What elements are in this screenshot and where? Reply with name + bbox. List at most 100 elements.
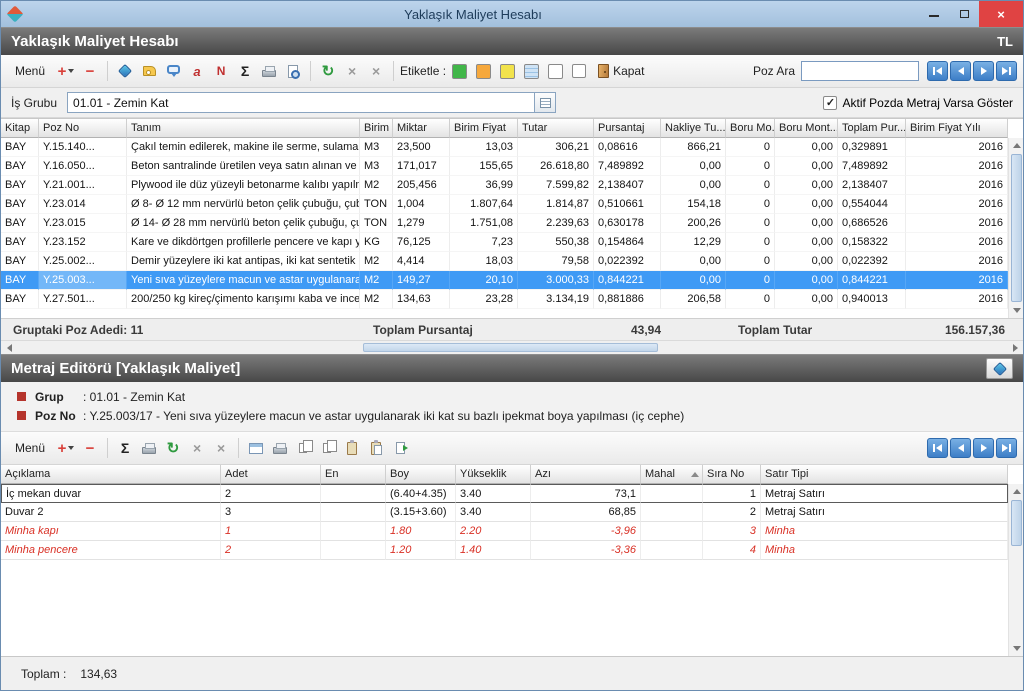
table-row[interactable]: BAYY.23.152Kare ve dikdörtgen profillerl… [1, 233, 1008, 252]
cell[interactable]: 23,28 [450, 290, 518, 309]
table-row[interactable]: BAYY.27.501...200/250 kg kireç/çimento k… [1, 290, 1008, 309]
cell[interactable]: 0,940013 [838, 290, 906, 309]
copy-button[interactable] [293, 437, 315, 459]
column-header[interactable]: Boru Mo... [726, 119, 775, 138]
cell[interactable]: 0 [726, 138, 775, 157]
cell[interactable]: 13,03 [450, 138, 518, 157]
cell[interactable]: 0,00 [775, 271, 838, 290]
cell[interactable]: 0,510661 [594, 195, 661, 214]
cell[interactable]: 0,844221 [594, 271, 661, 290]
cell[interactable]: 0,844221 [838, 271, 906, 290]
cell[interactable]: 200,26 [661, 214, 726, 233]
label-orange-button[interactable] [472, 60, 494, 82]
nav-last-button[interactable] [996, 438, 1017, 458]
cell[interactable]: -3,96 [531, 522, 641, 541]
cell[interactable]: 1.814,87 [518, 195, 594, 214]
cell[interactable]: M3 [360, 157, 393, 176]
is-grubu-picker-button[interactable] [535, 92, 556, 113]
cell[interactable]: 7.599,82 [518, 176, 594, 195]
nav-next-button[interactable] [973, 438, 994, 458]
cell[interactable]: 0,686526 [838, 214, 906, 233]
cell[interactable]: 18,03 [450, 252, 518, 271]
column-header[interactable]: Tutar [518, 119, 594, 138]
table-row[interactable]: BAYY.15.140...Çakıl temin edilerek, maki… [1, 138, 1008, 157]
clipboard-button[interactable] [341, 437, 363, 459]
form-button[interactable] [245, 437, 267, 459]
cell[interactable]: 1,004 [393, 195, 450, 214]
tag-button[interactable] [138, 60, 160, 82]
cell[interactable]: 23,500 [393, 138, 450, 157]
cancel-button-2[interactable]: × [210, 437, 232, 459]
cell[interactable]: 0,00 [661, 252, 726, 271]
column-header[interactable]: Tanım [127, 119, 360, 138]
cell[interactable]: 205,456 [393, 176, 450, 195]
cell[interactable]: 306,21 [518, 138, 594, 157]
cell[interactable]: Ø 14- Ø 28 mm nervürlü beton çelik çubuğ… [127, 214, 360, 233]
cell[interactable]: Metraj Satırı [761, 503, 1008, 522]
scroll-down-button[interactable] [1009, 303, 1024, 318]
cell[interactable]: Y.23.014 [39, 195, 127, 214]
metraj-header-button[interactable] [986, 358, 1013, 379]
add-row-button[interactable]: + [55, 437, 77, 459]
note-button[interactable]: N [210, 60, 232, 82]
cell[interactable]: 0 [726, 233, 775, 252]
remove-poz-button[interactable]: − [79, 60, 101, 82]
cancel-button[interactable]: × [341, 60, 363, 82]
cell[interactable]: 7,489892 [838, 157, 906, 176]
table-row[interactable]: İç mekan duvar2(6.40+4.35)3.4073,11Metra… [1, 484, 1008, 503]
poz-horizontal-scrollbar[interactable] [1, 340, 1023, 354]
cell[interactable]: 0 [726, 290, 775, 309]
cancel-button[interactable]: × [186, 437, 208, 459]
cell[interactable]: 76,125 [393, 233, 450, 252]
column-header[interactable]: Birim Fiyat [450, 119, 518, 138]
cell[interactable]: 0,00 [661, 176, 726, 195]
cell[interactable]: 0,00 [775, 252, 838, 271]
cell[interactable]: 0,022392 [838, 252, 906, 271]
cell[interactable]: M2 [360, 290, 393, 309]
column-header[interactable]: Kitap [1, 119, 39, 138]
column-header[interactable]: Adet [221, 465, 321, 484]
nav-next-button[interactable] [973, 61, 994, 81]
cell[interactable]: 1.807,64 [450, 195, 518, 214]
metraj-menu-button[interactable]: Menü [7, 438, 53, 458]
column-header[interactable]: Sıra No [703, 465, 761, 484]
cell[interactable]: Beton santralinde üretilen veya satın al… [127, 157, 360, 176]
cell[interactable]: 0,630178 [594, 214, 661, 233]
cell[interactable]: 0 [726, 271, 775, 290]
cell[interactable]: Demir yüzeylere iki kat antipas, iki kat… [127, 252, 360, 271]
scrollbar-thumb[interactable] [1011, 154, 1022, 302]
cell[interactable]: 0,00 [775, 176, 838, 195]
cell[interactable]: -3,36 [531, 541, 641, 560]
cell[interactable]: BAY [1, 195, 39, 214]
poz-ara-input[interactable] [801, 61, 919, 81]
aktif-checkbox-group[interactable]: ✓ Aktif Pozda Metraj Varsa Göster [823, 96, 1013, 110]
cell[interactable]: 0,00 [661, 157, 726, 176]
cell[interactable]: BAY [1, 138, 39, 157]
cell[interactable]: 7,489892 [594, 157, 661, 176]
cell[interactable]: 2016 [906, 252, 1008, 271]
cell[interactable]: 68,85 [531, 503, 641, 522]
scroll-down-button[interactable] [1009, 641, 1024, 656]
cell[interactable]: Y.21.001... [39, 176, 127, 195]
cell[interactable]: 2 [703, 503, 761, 522]
cell[interactable]: KG [360, 233, 393, 252]
column-header[interactable]: Miktar [393, 119, 450, 138]
column-header[interactable]: Nakliye Tu... [661, 119, 726, 138]
cell[interactable]: M2 [360, 271, 393, 290]
cell[interactable]: 0 [726, 157, 775, 176]
cell[interactable]: Y.23.152 [39, 233, 127, 252]
scrollbar-thumb[interactable] [363, 343, 658, 352]
cell[interactable]: Kare ve dikdörtgen profillerle pencere v… [127, 233, 360, 252]
print-2-button[interactable] [269, 437, 291, 459]
cell[interactable] [321, 484, 386, 503]
column-header[interactable]: Mahal [641, 465, 703, 484]
cell[interactable]: 1 [703, 484, 761, 503]
cell[interactable]: 2.20 [456, 522, 531, 541]
remove-row-button[interactable]: − [79, 437, 101, 459]
cell[interactable]: 206,58 [661, 290, 726, 309]
cell[interactable]: Minha [761, 541, 1008, 560]
cell[interactable]: TON [360, 214, 393, 233]
table-row[interactable]: BAYY.25.002...Demir yüzeylere iki kat an… [1, 252, 1008, 271]
column-header[interactable]: Poz No [39, 119, 127, 138]
cell[interactable]: Metraj Satırı [761, 484, 1008, 503]
